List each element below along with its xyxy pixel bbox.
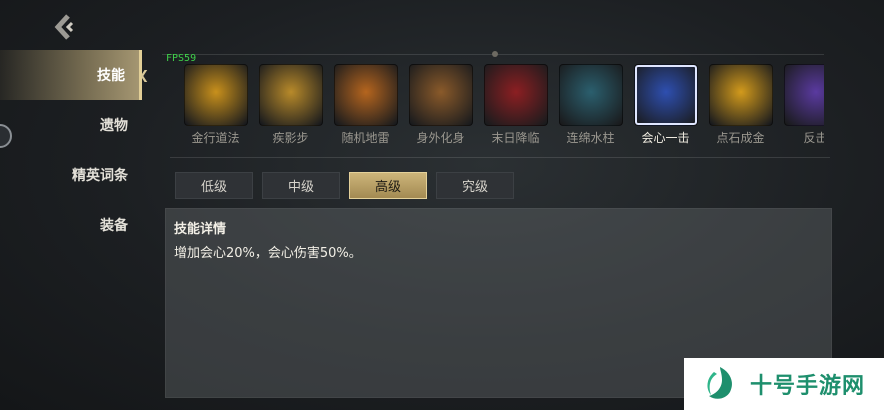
skill-name: 点石成金	[716, 131, 765, 145]
watermark: 十号手游网	[684, 358, 884, 410]
chevron-left-icon: ❮	[138, 68, 149, 82]
tier-tab-mid[interactable]: 中级	[262, 172, 340, 199]
skill-item[interactable]: 身外化身	[403, 64, 478, 148]
skill-name: 疾影步	[272, 131, 309, 145]
fps-counter: FPS59	[166, 53, 197, 64]
sidebar-item-skills[interactable]: 技能 ❮	[0, 50, 149, 100]
doom-red-icon	[483, 64, 548, 126]
shadow-clone-icon	[408, 64, 473, 126]
sidebar-item-equipment[interactable]: 装备	[0, 200, 142, 250]
sidebar-item-elite-traits[interactable]: 精英词条	[0, 150, 142, 200]
sidebar-item-label: 精英词条	[72, 168, 128, 184]
skill-name: 随机地雷	[341, 131, 390, 145]
skill-item[interactable]: 金行道法	[178, 64, 253, 148]
skill-list[interactable]: 金行道法 疾影步 随机地雷 身外化身 末日降临 连绵水柱 会心一击 点石成金 反…	[178, 64, 824, 148]
leaf-logo-icon	[707, 367, 732, 399]
crit-heart-icon	[633, 64, 698, 126]
tier-tab-ultimate[interactable]: 究级	[436, 172, 514, 199]
chevron-left-icon	[54, 14, 74, 40]
mine-explosion-icon	[333, 64, 398, 126]
sidebar: 技能 ❮ 遗物 精英词条 装备	[0, 50, 149, 250]
skill-item[interactable]: 反击	[778, 64, 824, 148]
counter-purple-icon	[783, 64, 824, 126]
skill-item[interactable]: 末日降临	[478, 64, 553, 148]
skill-item[interactable]: 疾影步	[253, 64, 328, 148]
skill-item[interactable]: 随机地雷	[328, 64, 403, 148]
divider-ornament	[492, 51, 498, 57]
skill-name: 反击	[803, 131, 824, 145]
sidebar-item-label: 装备	[100, 218, 128, 234]
back-button[interactable]	[50, 12, 82, 42]
skill-item[interactable]: 连绵水柱	[553, 64, 628, 148]
skill-name: 会心一击	[641, 131, 690, 145]
golden-boot-icon	[258, 64, 323, 126]
tier-tabs: 低级 中级 高级 究级	[175, 172, 523, 199]
sidebar-item-label: 遗物	[100, 118, 128, 134]
skill-name: 身外化身	[416, 131, 465, 145]
detail-title: 技能详情	[174, 222, 227, 237]
skill-name: 连绵水柱	[566, 131, 615, 145]
water-pillar-icon	[558, 64, 623, 126]
sidebar-item-relics[interactable]: 遗物	[0, 100, 142, 150]
section-divider	[170, 157, 830, 158]
skill-name: 末日降临	[491, 131, 540, 145]
golden-ring-icon	[183, 64, 248, 126]
detail-description: 增加会心20%，会心伤害50%。	[174, 246, 362, 261]
tier-tab-high[interactable]: 高级	[349, 172, 427, 199]
tier-tab-low[interactable]: 低级	[175, 172, 253, 199]
watermark-text: 十号手游网	[750, 374, 866, 399]
midas-gold-icon	[708, 64, 773, 126]
sidebar-item-label: 技能	[97, 68, 125, 84]
skill-item[interactable]: 点石成金	[703, 64, 778, 148]
skill-item-selected[interactable]: 会心一击	[628, 64, 703, 148]
skill-name: 金行道法	[191, 131, 240, 145]
